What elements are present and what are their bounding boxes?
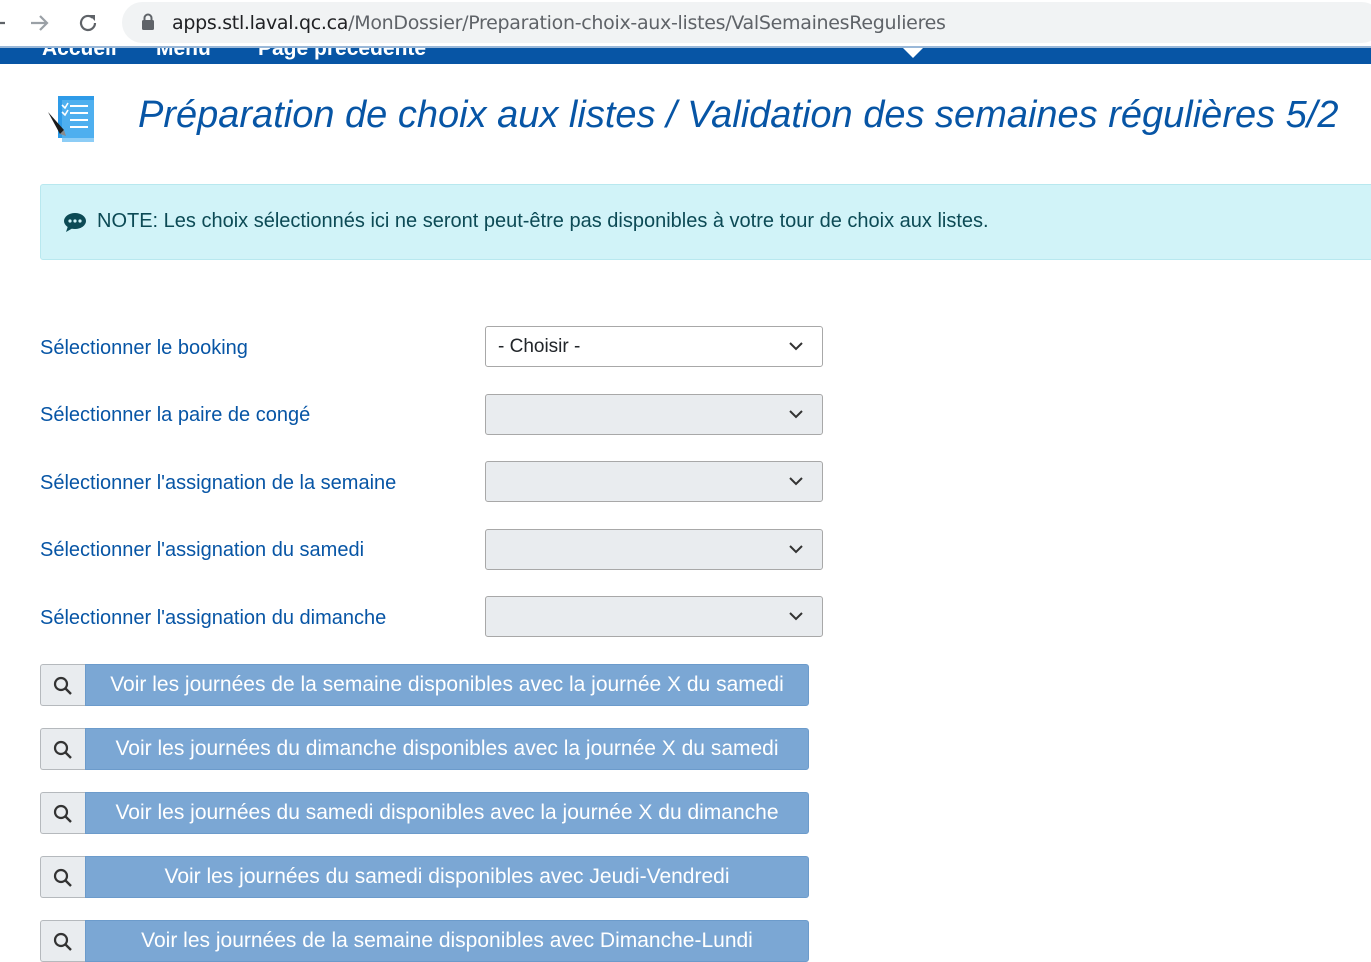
search-icon	[53, 804, 72, 823]
nav-notch	[903, 48, 923, 58]
weekdays-with-saturday-button[interactable]: Voir les journées de la semaine disponib…	[85, 664, 809, 706]
saturday-assignment-select[interactable]	[485, 529, 823, 570]
speech-bubble-icon	[64, 213, 86, 232]
chevron-down-icon	[789, 545, 803, 554]
booking-select[interactable]: - Choisir -	[485, 326, 823, 367]
chevron-down-icon	[789, 612, 803, 621]
sunday-assignment-label: Sélectionner l'assignation du dimanche	[40, 607, 387, 629]
sundays-with-saturday-button[interactable]: Voir les journées du dimanche disponible…	[85, 728, 809, 770]
action-saturdays-with-thu-fri: Voir les journées du samedi disponibles …	[40, 856, 809, 898]
chevron-down-icon	[789, 477, 803, 486]
leave-pair-label: Sélectionner la paire de congé	[40, 404, 311, 426]
search-icon	[53, 676, 72, 695]
week-assignment-select[interactable]	[485, 461, 823, 502]
search-icon	[53, 932, 72, 951]
weekdays-with-sun-mon-button[interactable]: Voir les journées de la semaine disponib…	[85, 920, 809, 962]
search-addon[interactable]	[40, 856, 85, 898]
note-text: NOTE: Les choix sélectionnés ici ne sero…	[97, 210, 989, 232]
action-weekdays-with-sun-mon: Voir les journées de la semaine disponib…	[40, 920, 809, 962]
week-assignment-label: Sélectionner l'assignation de la semaine	[40, 472, 397, 494]
leave-pair-select[interactable]	[485, 394, 823, 435]
action-saturdays-with-sunday: Voir les journées du samedi disponibles …	[40, 792, 809, 834]
browser-toolbar: apps.stl.laval.qc.ca/MonDossier/Preparat…	[0, 0, 1371, 46]
forward-arrow-icon[interactable]	[24, 8, 54, 38]
back-arrow-icon[interactable]	[0, 8, 12, 38]
lock-icon[interactable]	[140, 13, 156, 31]
search-addon[interactable]	[40, 728, 85, 770]
nav-link-previous-page[interactable]: Page précédente	[258, 48, 426, 61]
search-addon[interactable]	[40, 792, 85, 834]
action-weekdays-with-saturday: Voir les journées de la semaine disponib…	[40, 664, 809, 706]
nav-link-home[interactable]: Accueil	[42, 48, 117, 61]
booking-label: Sélectionner le booking	[40, 337, 248, 359]
search-icon	[53, 740, 72, 759]
url-host: apps.stl.laval.qc.ca	[172, 12, 349, 34]
page-title: Préparation de choix aux listes / Valida…	[138, 94, 1339, 136]
saturdays-with-thu-fri-button[interactable]: Voir les journées du samedi disponibles …	[85, 856, 809, 898]
chevron-down-icon	[789, 410, 803, 419]
checklist-document-icon	[48, 96, 94, 142]
site-nav-bar: Accueil Menu Page précédente	[0, 46, 1371, 64]
note-alert: NOTE: Les choix sélectionnés ici ne sero…	[40, 184, 1371, 260]
search-icon	[53, 868, 72, 887]
reload-icon[interactable]	[73, 8, 103, 38]
sunday-assignment-select[interactable]	[485, 596, 823, 637]
nav-link-menu[interactable]: Menu	[156, 48, 211, 61]
action-sundays-with-saturday: Voir les journées du dimanche disponible…	[40, 728, 809, 770]
url-text[interactable]: apps.stl.laval.qc.ca/MonDossier/Preparat…	[172, 12, 946, 34]
address-bar[interactable]: apps.stl.laval.qc.ca/MonDossier/Preparat…	[122, 2, 1371, 43]
search-addon[interactable]	[40, 664, 85, 706]
saturday-assignment-label: Sélectionner l'assignation du samedi	[40, 539, 365, 561]
booking-select-value: - Choisir -	[498, 336, 581, 357]
saturdays-with-sunday-button[interactable]: Voir les journées du samedi disponibles …	[85, 792, 809, 834]
url-path: /MonDossier/Preparation-choix-aux-listes…	[348, 12, 946, 34]
chevron-down-icon	[789, 342, 803, 351]
search-addon[interactable]	[40, 920, 85, 962]
